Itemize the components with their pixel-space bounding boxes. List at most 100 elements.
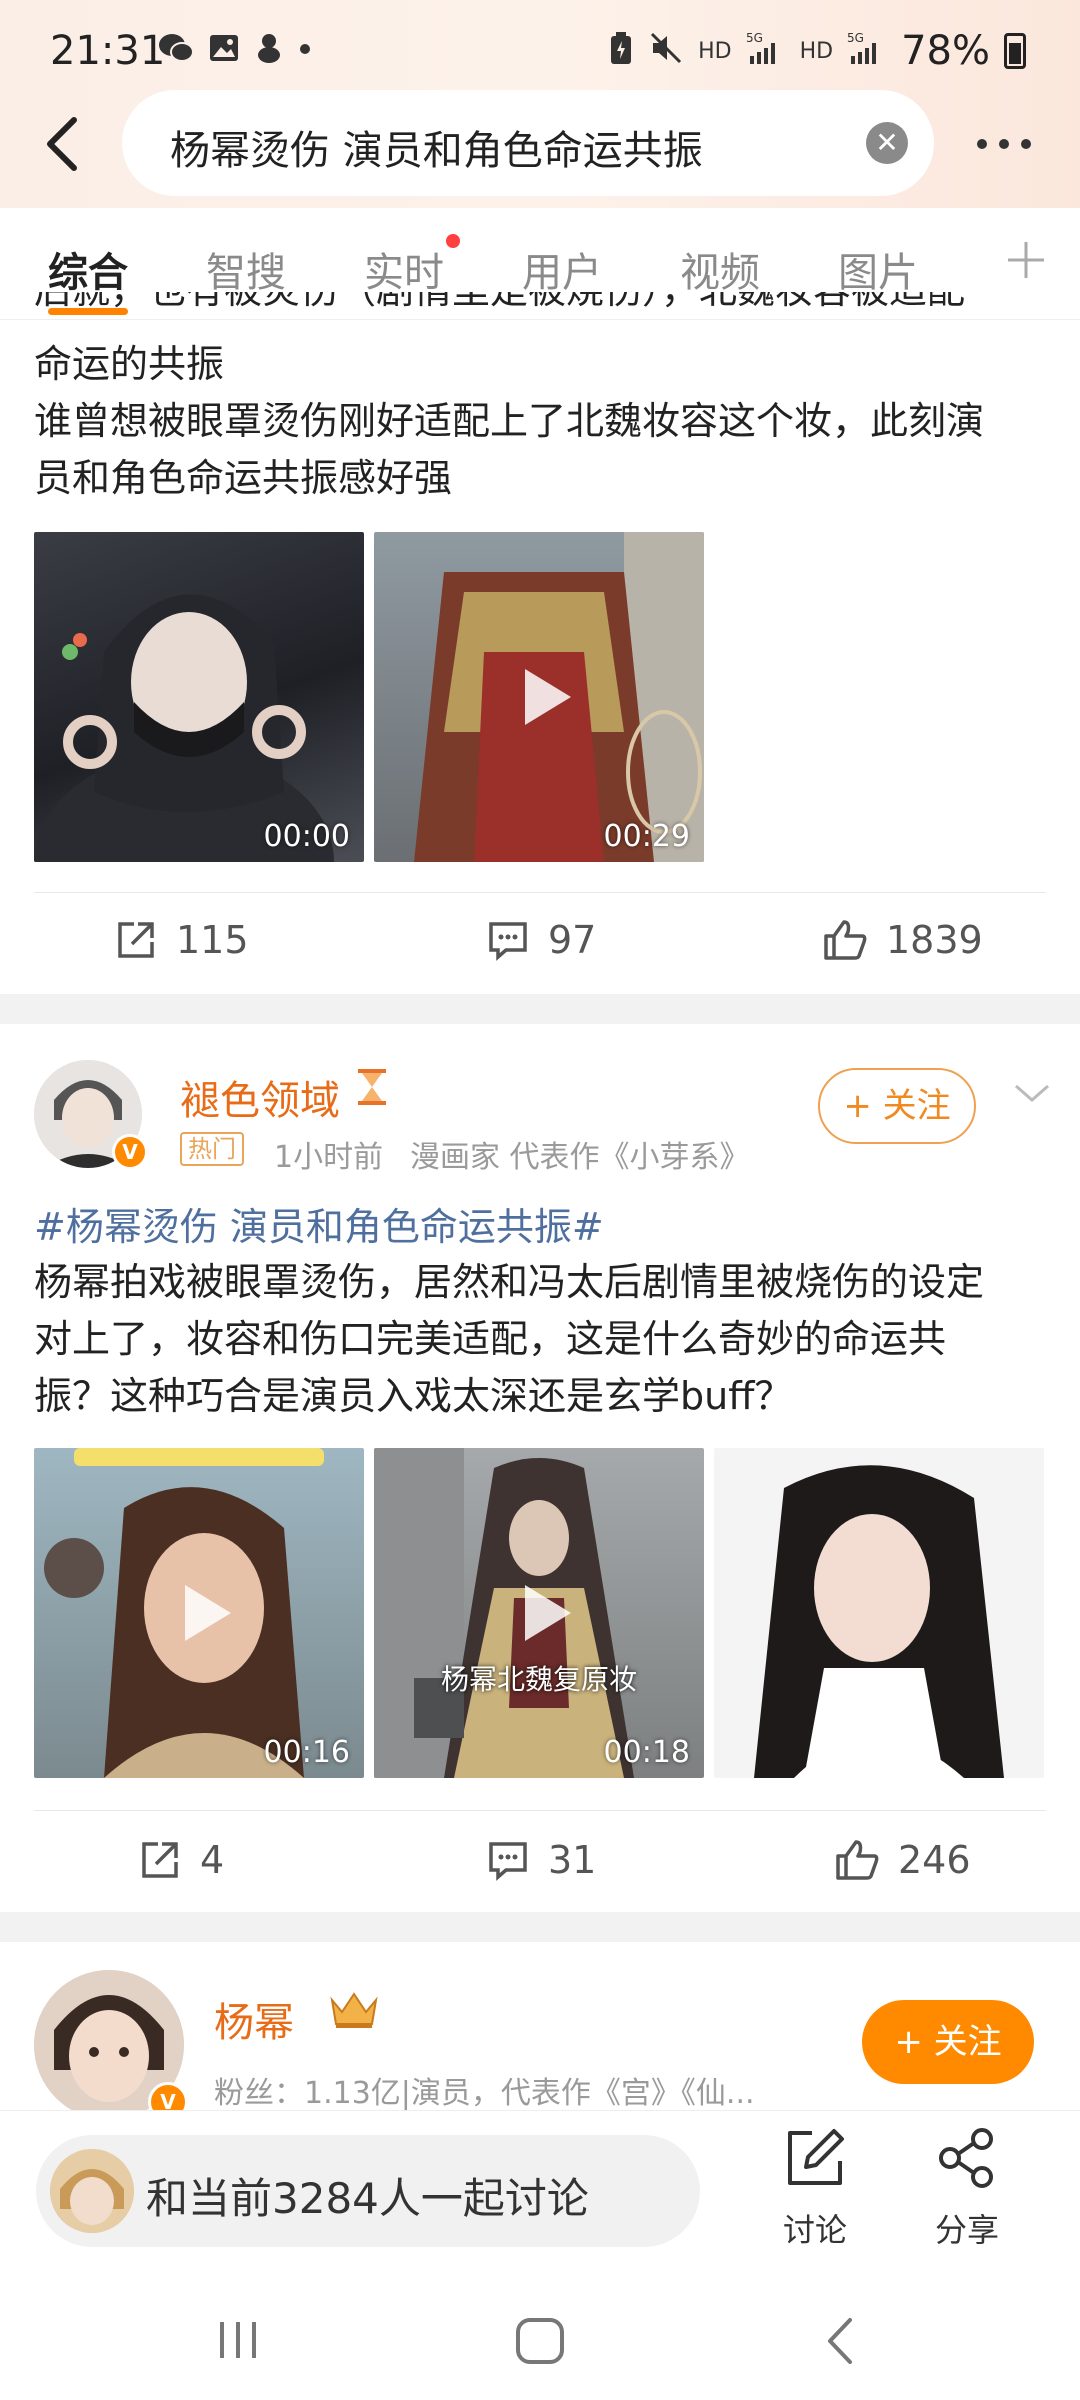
share-label: 分享 xyxy=(934,2211,999,2249)
tab-智搜[interactable]: 智搜 xyxy=(206,240,286,298)
follow-button[interactable]: + 关注 xyxy=(818,1068,976,1144)
video-duration: 00:16 xyxy=(263,1735,350,1770)
battery-percent: 78% xyxy=(901,28,990,74)
post2-line: 对上了，妆容和伤口完美适配，这是什么奇妙的命运共 xyxy=(34,1317,947,1361)
mute-icon xyxy=(648,30,684,72)
post2-line: 振？这种巧合是演员入戏太深还是玄学buff？ xyxy=(34,1374,793,1418)
signal-5g-icon: 5G xyxy=(746,30,786,72)
thumbs-up-icon xyxy=(836,1840,879,1880)
share-icon xyxy=(118,922,154,958)
post1-line: 员和角色命运共振感好强 xyxy=(34,456,453,500)
discuss-button[interactable]: 讨论 xyxy=(774,2125,856,2251)
more-options-button[interactable] xyxy=(972,122,1036,162)
signal-5g-icon-2: 5G xyxy=(847,30,887,72)
tab-综合[interactable]: 综合 xyxy=(48,240,128,298)
back-button[interactable] xyxy=(36,112,86,176)
tab-视频[interactable]: 视频 xyxy=(680,240,760,298)
video-duration: 00:29 xyxy=(603,819,690,854)
video-duration: 00:00 xyxy=(263,819,350,854)
edit-icon xyxy=(788,2129,844,2185)
clear-search-button[interactable]: ✕ xyxy=(866,122,908,164)
repost-button[interactable]: 115 xyxy=(114,918,249,962)
search-query: 杨幂烫伤 演员和角色命运共振 xyxy=(170,128,703,174)
post1-line: 命运的共振 xyxy=(34,342,225,386)
comment-icon xyxy=(489,922,527,961)
post1-video-thumb-1[interactable]: 00:00 xyxy=(34,532,364,862)
user-card-name[interactable]: 杨幂 xyxy=(214,1990,294,2048)
repost-count: 115 xyxy=(176,918,249,962)
avatar-image xyxy=(50,2149,134,2233)
system-navigation-bar xyxy=(0,2282,1080,2400)
like-count: 246 xyxy=(898,1838,971,1882)
hd-label: HD xyxy=(698,38,732,64)
like-button[interactable]: 246 xyxy=(834,1838,971,1882)
back-icon xyxy=(828,2318,852,2364)
play-icon xyxy=(525,1585,571,1641)
gallery-icon xyxy=(208,32,240,72)
discuss-placeholder: 和当前3284人一起讨论 xyxy=(146,2174,589,2223)
repost-button[interactable]: 4 xyxy=(138,1838,224,1882)
recent-apps-icon xyxy=(220,2322,256,2358)
system-icons: HD 5G HD 5G 78% xyxy=(608,28,1026,74)
post2-username[interactable]: 褪色领域 xyxy=(180,1068,340,1126)
wechat-icon xyxy=(158,32,194,72)
post1-line: 谁曾想被眼罩烫伤刚好适配上了北魏妆容这个妆，此刻演 xyxy=(34,399,985,443)
play-icon xyxy=(525,669,571,725)
user-card-info: 粉丝：1.13亿|演员，代表作《宫》《仙... xyxy=(214,2076,755,2111)
post2-time: 1小时前 xyxy=(274,1140,384,1175)
repost-count: 4 xyxy=(200,1838,225,1882)
tab-用户[interactable]: 用户 xyxy=(522,240,602,298)
post2-line: 杨幂拍戏被眼罩烫伤，居然和冯太后剧情里被烧伤的设定 xyxy=(34,1260,985,1304)
post2-hashtag[interactable]: #杨幂烫伤 演员和角色命运共振# xyxy=(34,1196,604,1251)
post-gap xyxy=(0,994,1080,1024)
play-icon xyxy=(185,1585,231,1641)
dot-icon xyxy=(298,32,312,72)
svg-text:5G: 5G xyxy=(847,31,864,45)
current-user-avatar xyxy=(50,2149,134,2233)
search-input[interactable]: 杨幂烫伤 演员和角色命运共振 ✕ xyxy=(122,90,934,196)
video-duration: 00:18 xyxy=(603,1735,690,1770)
video-caption: 杨幂北魏复原妆 xyxy=(440,1663,637,1696)
post1-text: 命运的共振 谁曾想被眼罩烫伤刚好适配上了北魏妆容这个妆，此刻演 员和角色命运共振… xyxy=(34,336,1044,507)
chevron-down-icon xyxy=(1015,1084,1049,1102)
comment-button[interactable]: 31 xyxy=(486,1838,596,1882)
comment-count: 97 xyxy=(548,918,597,962)
share-button[interactable]: 分享 xyxy=(926,2125,1008,2251)
discuss-label: 讨论 xyxy=(782,2211,847,2249)
system-back-button[interactable] xyxy=(822,2316,858,2370)
share-nodes-icon xyxy=(939,2128,993,2188)
post1-video-thumb-2[interactable]: 00:29 xyxy=(374,532,704,862)
plus-icon xyxy=(1008,242,1044,278)
divider xyxy=(34,892,1046,893)
divider xyxy=(34,1810,1046,1811)
home-button[interactable] xyxy=(514,2316,566,2370)
user-card-follow-button[interactable]: + 关注 xyxy=(862,2000,1034,2084)
discuss-input[interactable]: 和当前3284人一起讨论 xyxy=(36,2135,700,2247)
comment-count: 31 xyxy=(548,1838,597,1882)
status-bar: 21:31 HD 5G HD 5G 78% xyxy=(0,0,1080,90)
masked-person-image xyxy=(34,594,334,862)
tab-实时[interactable]: 实时 xyxy=(364,240,444,298)
verified-badge-icon: V xyxy=(112,1134,148,1170)
status-time: 21:31 xyxy=(50,28,166,74)
comment-icon xyxy=(489,1842,527,1881)
recent-apps-button[interactable] xyxy=(214,2318,262,2366)
post2-image-thumb-3[interactable] xyxy=(714,1448,1044,1778)
crown-badge-icon xyxy=(326,1986,382,2034)
hd-label-2: HD xyxy=(799,38,834,64)
add-tab-button[interactable] xyxy=(1004,236,1048,294)
battery-icon xyxy=(1004,33,1026,69)
svg-text:5G: 5G xyxy=(746,31,763,45)
battery-saver-icon xyxy=(608,30,634,72)
expand-menu-button[interactable] xyxy=(1012,1082,1052,1110)
post1-text-cut: 后就，也有被炎伤（剧情里是被烧伤），北魏妆容被适配 xyxy=(34,292,1044,322)
home-icon xyxy=(516,2318,564,2364)
post2-video-thumb-1[interactable]: 00:16 xyxy=(34,1448,364,1778)
more-dots-icon xyxy=(977,139,1031,149)
thumbs-up-icon xyxy=(824,920,867,960)
comment-button[interactable]: 97 xyxy=(486,918,596,962)
post2-video-thumb-2[interactable]: 杨幂北魏复原妆 00:18 xyxy=(374,1448,704,1778)
like-button[interactable]: 1839 xyxy=(822,918,983,962)
app-icon xyxy=(254,32,284,72)
tab-图片[interactable]: 图片 xyxy=(838,240,918,298)
